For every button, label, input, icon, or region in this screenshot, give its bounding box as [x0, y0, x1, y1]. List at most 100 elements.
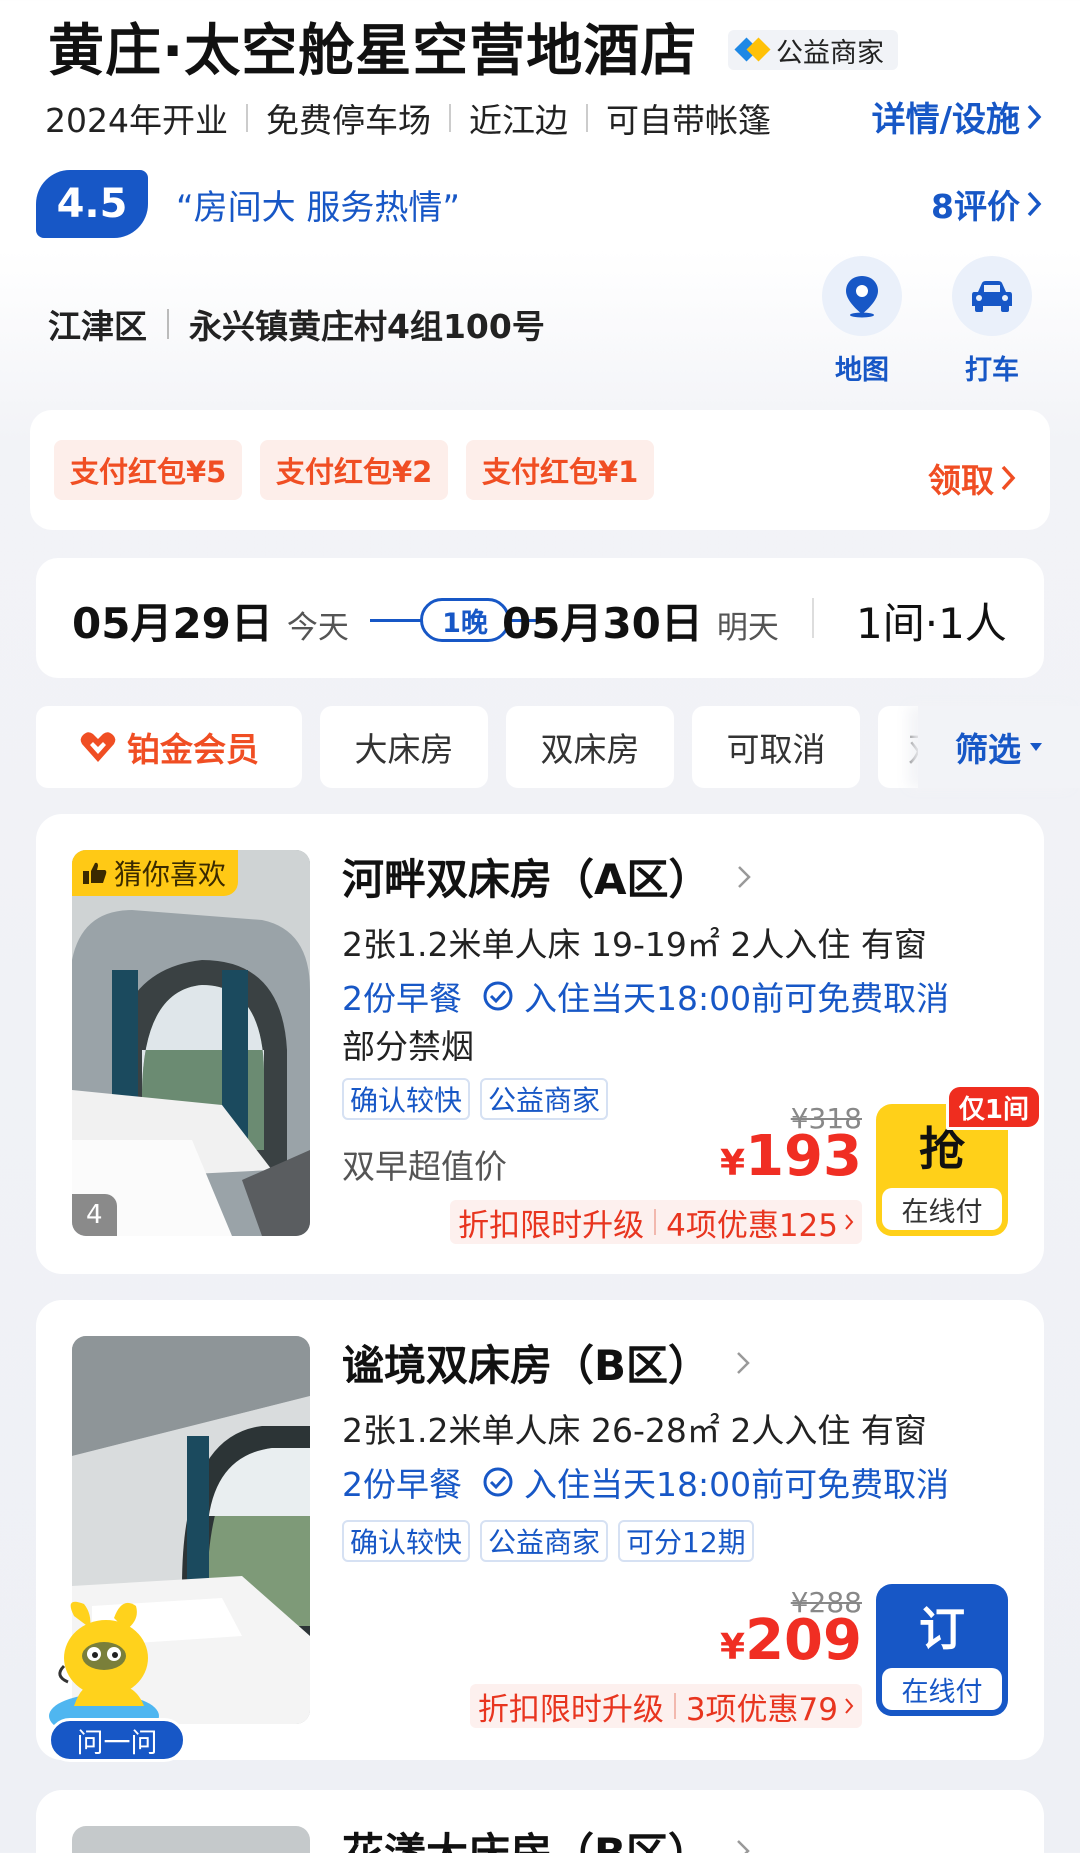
only-one-left-badge: 仅1间	[945, 1084, 1042, 1130]
breakfast-cancel-row: 2份早餐 入住当天18:00前可免费取消	[342, 972, 949, 1020]
feature-item: 免费停车场	[265, 101, 431, 140]
room-tag: 可分12期	[618, 1520, 754, 1562]
ask-assistant-button[interactable]: 问一问	[44, 1596, 194, 1766]
room-name-label: 花漾大床房（B区）	[342, 1820, 710, 1853]
chevron-right-icon	[737, 1839, 750, 1853]
checkout-date-sub: 明天	[716, 610, 779, 646]
current-price: ¥193	[720, 1124, 862, 1189]
claim-label: 领取	[928, 461, 994, 500]
promo-upgrade-label: 折扣限时升级	[477, 1691, 664, 1728]
filter-chip-king-bed[interactable]: 大床房	[320, 706, 488, 788]
map-label: 地图	[835, 355, 889, 386]
breakfast-cancel-row: 2份早餐 入住当天18:00前可免费取消	[342, 1458, 949, 1506]
details-facilities-link[interactable]: 详情/设施	[872, 92, 1042, 141]
filter-chip-twin-bed[interactable]: 双床房	[506, 706, 674, 788]
filter-label: 筛选	[955, 730, 1021, 769]
book-button[interactable]: 订 在线付	[876, 1584, 1008, 1716]
taxi-button[interactable]: 打车	[952, 256, 1032, 387]
checkin-date[interactable]: 05月29日 今天	[72, 590, 349, 651]
breakfast-label: 2份早餐	[342, 979, 462, 1018]
room-tags: 确认较快 公益商家 可分12期	[342, 1520, 754, 1562]
filter-chip-cancellable[interactable]: 可取消	[692, 706, 860, 788]
hotel-address[interactable]: 江津区 永兴镇黄庄村4组100号	[48, 300, 545, 348]
chevron-right-icon	[737, 1351, 750, 1374]
room-photo[interactable]: 猜你喜欢 4	[72, 850, 310, 1236]
book-button-label: 订	[919, 1602, 965, 1656]
hotel-name: 黄庄·太空舱星空营地酒店	[48, 19, 698, 84]
coupon-chip[interactable]: 支付红包¥1	[466, 440, 655, 500]
room-spec: 2张1.2米单人床 26-28㎡ 2人入住 有窗	[342, 1411, 927, 1450]
room-name-label: 谧境双床房（B区）	[342, 1341, 711, 1390]
address-district: 江津区	[48, 307, 147, 346]
charity-logo-icon	[734, 37, 771, 62]
room-name[interactable]: 花漾大床房（B区）	[342, 1820, 750, 1853]
currency-symbol: ¥	[720, 1627, 746, 1668]
feature-item: 近江边	[468, 101, 568, 140]
reviews-link[interactable]: 8评价	[931, 180, 1042, 228]
discount-promo[interactable]: 折扣限时升级 3项优惠79	[469, 1684, 862, 1728]
checkin-date-value: 05月29日	[72, 599, 273, 648]
pay-online-label: 在线付	[882, 1668, 1002, 1710]
guess-badge-label: 猜你喜欢	[114, 858, 227, 891]
address-street: 永兴镇黄庄村4组100号	[189, 307, 545, 346]
nights-count: 1晚	[420, 598, 510, 642]
chevron-right-icon	[845, 1698, 854, 1714]
room-tag: 公益商家	[480, 1520, 609, 1562]
room-tag: 确认较快	[342, 1520, 471, 1562]
claim-coupons-button[interactable]: 领取	[928, 454, 1016, 502]
smoking-policy: 部分禁烟	[342, 1027, 474, 1066]
discount-promo[interactable]: 折扣限时升级 4项优惠125	[450, 1200, 862, 1244]
promo-upgrade-label: 折扣限时升级	[458, 1207, 645, 1244]
heart-diamond-icon	[80, 732, 116, 762]
price-value: 209	[745, 1608, 862, 1673]
rooms-guests-selector[interactable]: 1间·1人	[856, 590, 1007, 651]
pay-online-label: 在线付	[882, 1188, 1002, 1230]
checkin-date-sub: 今天	[286, 610, 349, 646]
room-name[interactable]: 河畔双床房（A区）	[342, 846, 751, 907]
chevron-right-icon	[1001, 465, 1016, 491]
price-value: 193	[745, 1124, 862, 1189]
current-price: ¥209	[720, 1608, 862, 1673]
cancel-policy: 入住当天18:00前可免费取消	[524, 979, 950, 1018]
chevron-right-icon	[1027, 104, 1042, 129]
hotel-features: 2024年开业 免费停车场 近江边 可自带帐篷	[45, 94, 771, 142]
room-card[interactable]: 花漾大床房（B区）	[36, 1790, 1044, 1853]
breakfast-label: 2份早餐	[342, 1465, 462, 1504]
taxi-label: 打车	[965, 355, 1019, 386]
red-packet-card: 支付红包¥5 支付红包¥2 支付红包¥1 领取	[30, 410, 1050, 530]
room-tag: 公益商家	[480, 1078, 609, 1120]
room-card[interactable]: 猜你喜欢 4 河畔双床房（A区） 2张1.2米单人床 19-19㎡ 2人入住 有…	[36, 814, 1044, 1274]
review-quote[interactable]: “房间大 服务热情”	[176, 180, 460, 229]
feature-item: 可自带帐篷	[605, 101, 771, 140]
photo-count: 4	[72, 1194, 117, 1236]
room-photo[interactable]	[72, 1826, 310, 1853]
check-circle-icon	[483, 981, 513, 1011]
filter-button[interactable]: 筛选	[918, 706, 1080, 788]
map-button[interactable]: 地图	[822, 256, 902, 387]
promo-discount-label: 4项优惠125	[666, 1207, 838, 1244]
chevron-right-icon	[737, 865, 751, 888]
mascot-icon	[49, 1601, 159, 1736]
map-pin-icon	[822, 256, 902, 336]
date-selector[interactable]: 05月29日 今天 1晚 05月30日 明天 1间·1人	[36, 558, 1044, 678]
room-name[interactable]: 谧境双床房（B区）	[342, 1332, 750, 1393]
platinum-member-chip[interactable]: 铂金会员	[36, 706, 302, 788]
room-tags: 确认较快 公益商家	[342, 1078, 609, 1120]
room-spec: 2张1.2米单人床 19-19㎡ 2人入住 有窗	[342, 925, 927, 964]
reviews-link-label: 8评价	[931, 187, 1020, 226]
charity-merchant-badge[interactable]: 公益商家	[728, 30, 898, 70]
chevron-right-icon	[845, 1214, 854, 1230]
coupon-chip[interactable]: 支付红包¥2	[260, 440, 449, 500]
coupon-chip[interactable]: 支付红包¥5	[54, 440, 243, 500]
check-circle-icon	[483, 1467, 513, 1497]
checkout-date[interactable]: 05月30日 明天	[502, 590, 779, 651]
ask-label: 问一问	[48, 1718, 186, 1762]
promo-discount-label: 3项优惠79	[685, 1691, 838, 1728]
rating-score[interactable]: 4.5	[36, 170, 148, 238]
room-name-label: 河畔双床房（A区）	[342, 855, 711, 904]
member-chip-label: 铂金会员	[127, 730, 259, 769]
feature-item: 2024年开业	[45, 101, 228, 140]
value-price-label: 双早超值价	[342, 1147, 507, 1186]
checkout-date-value: 05月30日	[502, 599, 703, 648]
room-tag: 确认较快	[342, 1078, 471, 1120]
